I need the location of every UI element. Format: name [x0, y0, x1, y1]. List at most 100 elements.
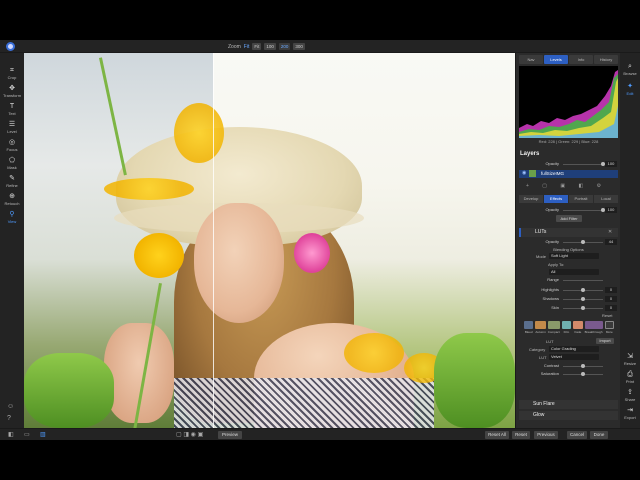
tool-transform[interactable]: ✥ Transform [0, 85, 24, 103]
filmstrip-icon[interactable]: ▭ [24, 431, 30, 438]
preset-label: Fade [574, 330, 582, 334]
zoom-fit-button[interactable]: Fit [252, 43, 262, 50]
compare-icon[interactable]: ▥ [40, 431, 46, 438]
luts-reset-link[interactable]: Reset [602, 313, 612, 318]
tool-edit[interactable]: ✦ Edit [620, 83, 640, 96]
tool-focus[interactable]: ◎ Focus [0, 139, 24, 157]
tool-resize[interactable]: ⇲ Resize [620, 353, 640, 366]
effects-opacity-label: Opacity [545, 207, 559, 212]
app-window: Zoom Fit Fit 100 200 300 ⌗ Crop ✥ Transf… [0, 40, 640, 440]
zoom-300-button[interactable]: 300 [293, 43, 305, 50]
photo-yellow-flower [134, 233, 184, 278]
reset-button[interactable]: Reset [512, 431, 530, 439]
tool-share[interactable]: ⇪ Share [620, 389, 640, 402]
help-icon[interactable]: ? [7, 415, 11, 422]
skin-value[interactable]: 0 [605, 305, 617, 311]
tab-local[interactable]: Local [594, 195, 618, 203]
highlights-knob[interactable] [581, 288, 585, 292]
tab-info[interactable]: Info [569, 55, 593, 64]
tab-effects[interactable]: Effects [544, 195, 568, 203]
lut-preset-autumn[interactable]: Autumn [535, 321, 546, 335]
saturation-knob[interactable] [581, 372, 585, 376]
shadows-value[interactable]: 0 [605, 296, 617, 302]
skin-knob[interactable] [581, 306, 585, 310]
highlights-value[interactable]: 0 [605, 287, 617, 293]
crop-icon: ⌗ [10, 67, 14, 74]
level-icon: ☰ [8, 121, 16, 128]
text-icon: T [9, 103, 15, 110]
layer-actions[interactable]: + ▢ ▣ ◧ ⚙ [526, 183, 616, 189]
tool-export[interactable]: ⇥ Export [620, 407, 640, 420]
lut-preset-bleed[interactable]: Bleed [524, 321, 534, 335]
preview-button[interactable]: Preview [218, 431, 242, 439]
category-label: Category [529, 347, 546, 352]
tool-view[interactable]: ⚲ View [0, 211, 24, 229]
tool-label: Mask [7, 165, 17, 170]
right-toolbar: ⌕ Browse ✦ Edit ⇲ Resize ⎙ Print ⇪ Share… [620, 53, 640, 428]
luts-opacity-row: Opacity 44 [519, 239, 618, 245]
mode-select[interactable]: Soft Light [549, 253, 599, 259]
cancel-button[interactable]: Cancel [567, 431, 587, 439]
tool-browse[interactable]: ⌕ Browse [620, 63, 640, 76]
image-canvas[interactable] [24, 53, 515, 428]
filter-close-icon[interactable]: ✕ [608, 229, 612, 235]
tab-levels[interactable]: Levels [544, 55, 568, 64]
lut-preset-more[interactable]: More [604, 321, 614, 335]
transform-icon: ✥ [9, 85, 15, 92]
shadows-knob[interactable] [581, 297, 585, 301]
lut-select[interactable]: Velvet [549, 354, 599, 360]
reset-all-button[interactable]: Reset All [485, 431, 509, 439]
tool-print[interactable]: ⎙ Print [620, 371, 640, 384]
layer-opacity-value[interactable]: 100 [605, 161, 617, 167]
tool-crop[interactable]: ⌗ Crop [0, 67, 24, 85]
glow-filter-header[interactable]: Glow [519, 411, 618, 420]
effects-opacity-value[interactable]: 100 [605, 207, 617, 213]
sun-flare-filter-header[interactable]: Sun Flare [519, 400, 618, 409]
category-select[interactable]: Color Grading [549, 346, 599, 352]
tab-portrait[interactable]: Portrait [569, 195, 593, 203]
luts-opacity-value[interactable]: 44 [605, 239, 617, 245]
tool-refine[interactable]: ✎ Refine [0, 175, 24, 193]
layer-thumbnail [529, 170, 536, 177]
before-after-divider[interactable] [213, 53, 214, 428]
luts-opacity-knob[interactable] [581, 240, 585, 244]
done-button[interactable]: Done [590, 431, 608, 439]
tool-level[interactable]: ☰ Level [0, 121, 24, 139]
photo-face [194, 203, 284, 323]
contrast-label: Contrast [543, 363, 559, 368]
tab-develop[interactable]: Develop [519, 195, 543, 203]
effects-opacity-slider[interactable] [563, 210, 603, 211]
panel-toggle-icon[interactable]: ◧ [8, 431, 14, 438]
photo-foliage [434, 333, 515, 428]
view-mode-icon[interactable]: ▢ ◨ ◉ ▣ [176, 431, 203, 438]
person-icon[interactable]: ☺ [7, 403, 14, 410]
tool-label: Browse [623, 71, 637, 76]
zoom-value[interactable]: Fit [244, 44, 250, 50]
contrast-knob[interactable] [581, 364, 585, 368]
range-label: Range [547, 277, 559, 282]
zoom-100-button[interactable]: 100 [264, 43, 276, 50]
histogram-graph [519, 70, 618, 138]
lut-preset-breakthrough[interactable]: Breakthrough [584, 321, 603, 335]
layer-opacity-slider[interactable] [563, 164, 603, 165]
tool-text[interactable]: T Text [0, 103, 24, 121]
lut-preset-film[interactable]: Film [561, 321, 572, 335]
bottom-bar: ◧ ▭ ▥ ▢ ◨ ◉ ▣ Preview Reset All Reset Pr… [0, 428, 640, 440]
lut-preset-fade[interactable]: Fade [573, 321, 583, 335]
shadows-row: Shadows 0 [519, 296, 618, 302]
add-filter-button[interactable]: Add Filter [556, 215, 582, 222]
highlights-label: Highlights [541, 287, 559, 292]
tool-label: Focus [6, 147, 18, 152]
import-button[interactable]: Import [596, 338, 614, 344]
apply-to-select[interactable]: All [549, 269, 599, 275]
tool-retouch[interactable]: ⊕ Retouch [0, 193, 24, 211]
tab-history[interactable]: History [594, 55, 618, 64]
tool-mask[interactable]: ⬠ Mask [0, 157, 24, 175]
eye-icon[interactable]: ◉ [522, 170, 526, 176]
range-slider[interactable] [563, 280, 603, 281]
previous-button[interactable]: Previous [534, 431, 558, 439]
tab-nav[interactable]: Nav [519, 55, 543, 64]
lut-preset-compact[interactable]: Compact [547, 321, 560, 335]
zoom-200-button[interactable]: 200 [278, 43, 291, 50]
luts-filter-header[interactable]: LUTs [519, 228, 618, 237]
